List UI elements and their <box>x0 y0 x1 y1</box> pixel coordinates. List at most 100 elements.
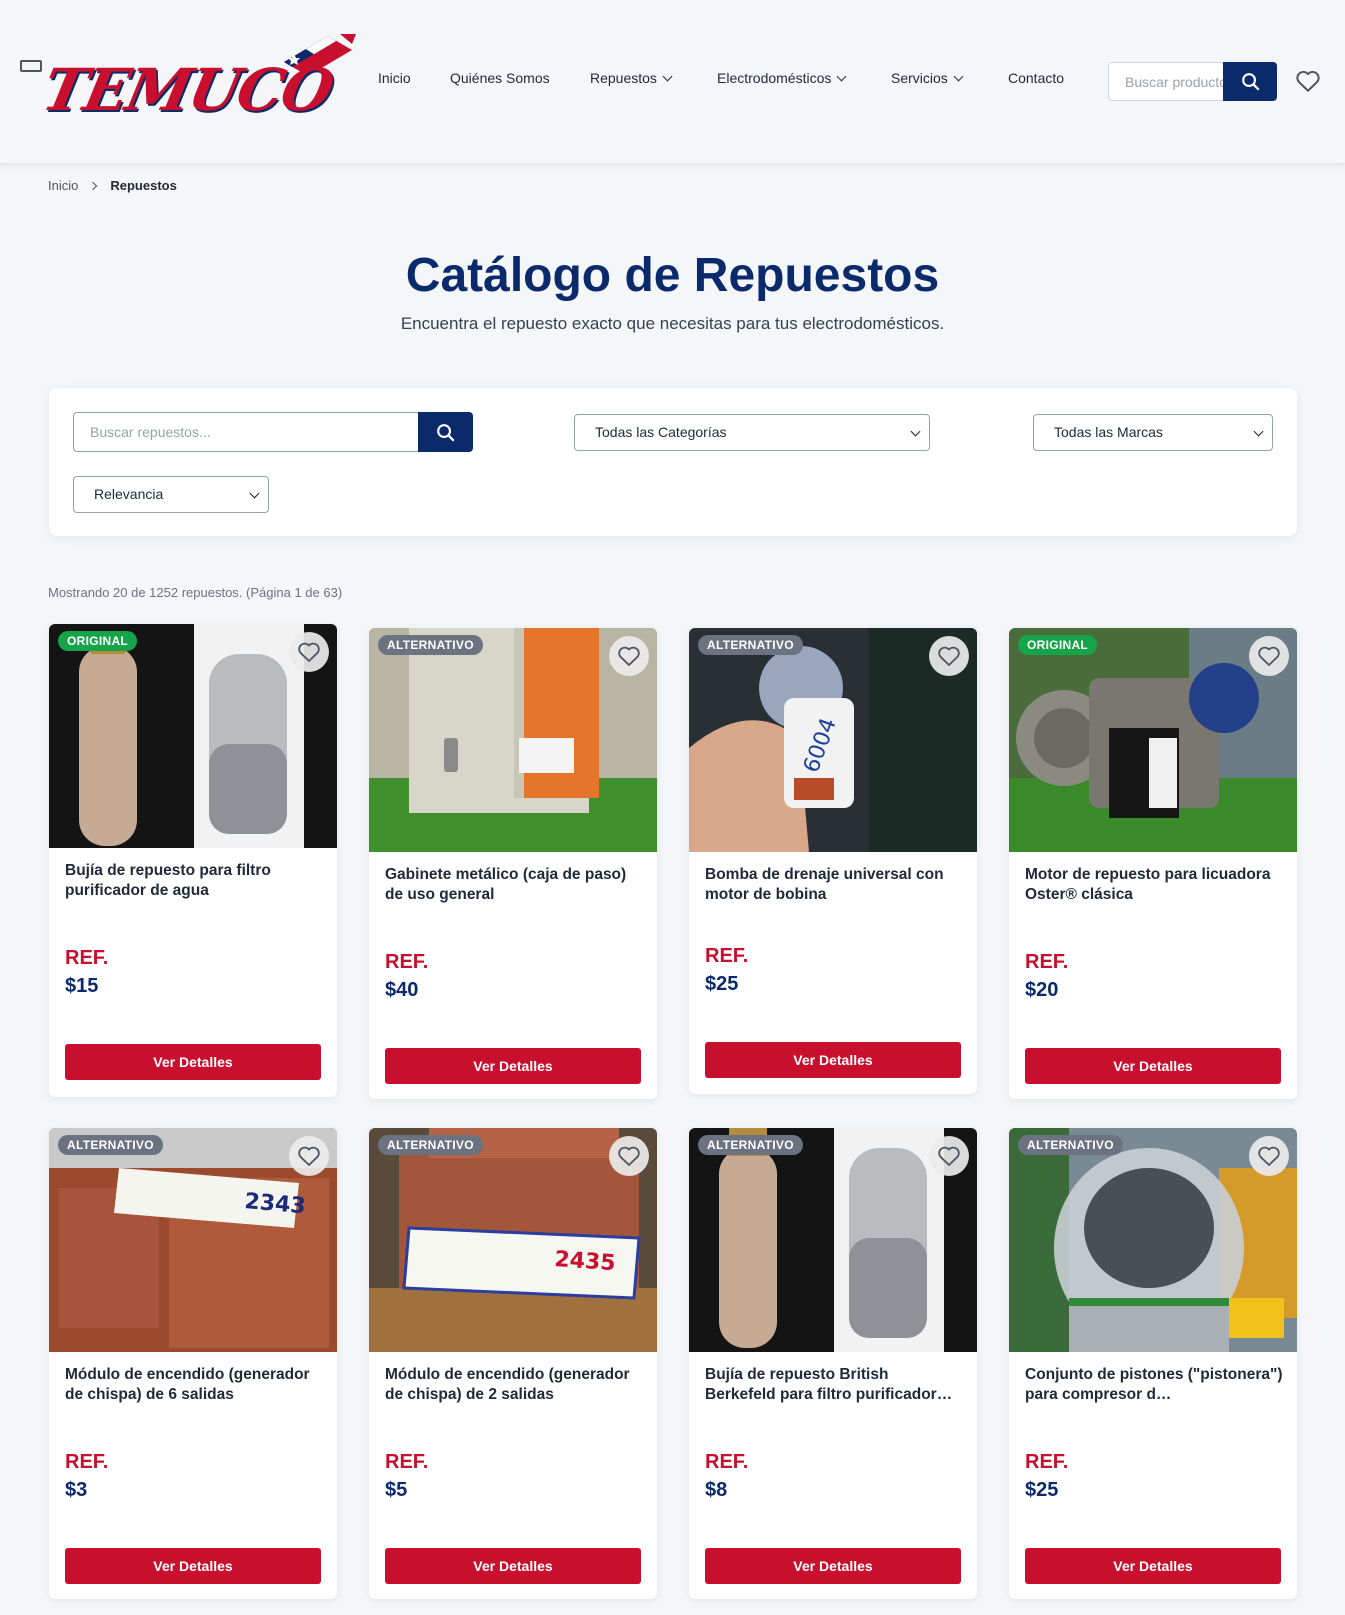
nav-quienes-somos[interactable]: Quiénes Somos <box>450 70 550 86</box>
product-name[interactable]: Módulo de encendido (generador de chispa… <box>385 1365 643 1405</box>
nav-label: Repuestos <box>590 70 657 86</box>
image-handwriting: 2435 <box>554 1247 617 1276</box>
product-price: $15 <box>65 975 99 997</box>
nav-inicio[interactable]: Inicio <box>378 70 411 86</box>
breadcrumb-current: Repuestos <box>110 178 177 193</box>
breadcrumb: Inicio Repuestos <box>48 178 177 193</box>
category-select[interactable]: Todas las Categorías <box>574 414 930 451</box>
results-count: Mostrando 20 de 1252 repuestos. (Página … <box>48 585 343 600</box>
header-search <box>1108 62 1277 101</box>
product-ref: REF. <box>385 1451 429 1473</box>
product-name[interactable]: Bomba de drenaje universal con motor de … <box>705 865 963 905</box>
product-card[interactable]: 6004 ALTERNATIVO Bomba de drenaje univer… <box>689 628 977 1094</box>
product-card[interactable]: ALTERNATIVO Gabinete metálico (caja de p… <box>369 628 657 1099</box>
view-details-button[interactable]: Ver Detalles <box>1025 1048 1281 1084</box>
chevron-down-icon <box>662 71 673 82</box>
product-price: $25 <box>1025 1479 1059 1501</box>
nav-electrodomesticos[interactable]: Electrodomésticos <box>717 70 847 86</box>
page-subtitle: Encuentra el repuesto exacto que necesit… <box>400 314 945 333</box>
product-ref: REF. <box>65 1451 109 1473</box>
sort-select-value: Relevancia <box>94 486 164 502</box>
product-name[interactable]: Conjunto de pistones ("pistonera") para … <box>1025 1365 1283 1405</box>
product-ref: REF. <box>705 1451 749 1473</box>
product-name[interactable]: Gabinete metálico (caja de paso) de uso … <box>385 865 643 905</box>
product-price: $20 <box>1025 979 1059 1001</box>
site-header: TEMUCO Inicio Quiénes Somos Repuestos El… <box>0 0 1345 164</box>
product-card[interactable]: ALTERNATIVO Conjunto de pistones ("pisto… <box>1009 1128 1297 1599</box>
parts-search-button[interactable] <box>418 412 473 452</box>
alternativo-badge: ALTERNATIVO <box>58 1135 163 1155</box>
image-handwriting: 2343 <box>243 1189 306 1219</box>
chevron-down-icon <box>249 488 260 499</box>
alternativo-badge: ALTERNATIVO <box>378 1135 483 1155</box>
alternativo-badge: ALTERNATIVO <box>698 1135 803 1155</box>
product-price: $3 <box>65 1479 88 1501</box>
filters-panel: Todas las Categorías Todas las Marcas Re… <box>49 388 1297 536</box>
heart-icon <box>938 1146 960 1166</box>
favorite-button[interactable] <box>1249 636 1289 676</box>
brand-select-value: Todas las Marcas <box>1054 424 1163 440</box>
view-details-button[interactable]: Ver Detalles <box>705 1548 961 1584</box>
breadcrumb-home[interactable]: Inicio <box>48 178 78 193</box>
nav-label: Contacto <box>1008 70 1065 86</box>
product-card[interactable]: ALTERNATIVO Bujía de repuesto British Be… <box>689 1128 977 1599</box>
product-name[interactable]: Módulo de encendido (generador de chispa… <box>65 1365 323 1405</box>
temuco-logo[interactable]: TEMUCO <box>18 26 358 124</box>
original-badge: ORIGINAL <box>1018 635 1098 655</box>
product-card[interactable]: ORIGINAL Bujía de repuesto para filtro p… <box>49 624 337 1097</box>
header-search-input[interactable] <box>1108 62 1223 101</box>
heart-icon <box>938 646 960 666</box>
product-price: $25 <box>705 973 739 995</box>
product-name[interactable]: Bujía de repuesto British Berkefeld para… <box>705 1365 963 1405</box>
view-details-button[interactable]: Ver Detalles <box>705 1042 961 1078</box>
view-details-button[interactable]: Ver Detalles <box>65 1548 321 1584</box>
category-select-value: Todas las Categorías <box>595 424 727 440</box>
product-ref: REF. <box>705 945 749 967</box>
product-name[interactable]: Motor de repuesto para licuadora Oster® … <box>1025 865 1283 905</box>
product-card[interactable]: 2343 ALTERNATIVO Módulo de encendido (ge… <box>49 1128 337 1599</box>
sort-select[interactable]: Relevancia <box>73 476 269 513</box>
logo-text: TEMUCO <box>36 56 339 124</box>
alternativo-badge: ALTERNATIVO <box>698 635 803 655</box>
page-title: Catálogo de Repuestos <box>405 249 940 302</box>
heart-icon <box>1258 646 1280 666</box>
favorite-button[interactable] <box>929 636 969 676</box>
view-details-button[interactable]: Ver Detalles <box>385 1548 641 1584</box>
product-price: $40 <box>385 979 419 1001</box>
nav-repuestos[interactable]: Repuestos <box>590 70 673 86</box>
header-search-button[interactable] <box>1223 62 1277 101</box>
favorite-button[interactable] <box>929 1136 969 1176</box>
nav-label: Inicio <box>378 70 411 86</box>
view-details-button[interactable]: Ver Detalles <box>385 1048 641 1084</box>
plug-icon <box>20 60 42 72</box>
heart-icon[interactable] <box>1295 69 1321 93</box>
heart-icon <box>1258 1146 1280 1166</box>
chevron-right-icon <box>89 181 98 191</box>
chevron-down-icon <box>1253 426 1264 437</box>
parts-search-input[interactable] <box>73 412 418 452</box>
search-icon <box>437 423 455 441</box>
favorite-button[interactable] <box>609 1136 649 1176</box>
nav-servicios[interactable]: Servicios <box>891 70 964 86</box>
favorite-button[interactable] <box>289 632 329 672</box>
product-card[interactable]: 2435 ALTERNATIVO Módulo de encendido (ge… <box>369 1128 657 1599</box>
favorite-button[interactable] <box>609 636 649 676</box>
nav-contacto[interactable]: Contacto <box>1008 70 1064 86</box>
product-ref: REF. <box>1025 951 1069 973</box>
product-name[interactable]: Bujía de repuesto para filtro purificado… <box>65 861 323 901</box>
brand-select[interactable]: Todas las Marcas <box>1033 414 1273 451</box>
alternativo-badge: ALTERNATIVO <box>378 635 483 655</box>
view-details-button[interactable]: Ver Detalles <box>1025 1548 1281 1584</box>
chevron-down-icon <box>953 71 964 82</box>
favorite-button[interactable] <box>1249 1136 1289 1176</box>
view-details-button[interactable]: Ver Detalles <box>65 1044 321 1080</box>
favorite-button[interactable] <box>289 1136 329 1176</box>
heart-icon <box>298 1146 320 1166</box>
product-card[interactable]: ORIGINAL Motor de repuesto para licuador… <box>1009 628 1297 1099</box>
heart-icon <box>298 642 320 662</box>
nav-label: Quiénes Somos <box>450 70 550 86</box>
chevron-down-icon <box>910 426 921 437</box>
alternativo-badge: ALTERNATIVO <box>1018 1135 1123 1155</box>
product-ref: REF. <box>1025 1451 1069 1473</box>
product-ref: REF. <box>65 947 109 969</box>
